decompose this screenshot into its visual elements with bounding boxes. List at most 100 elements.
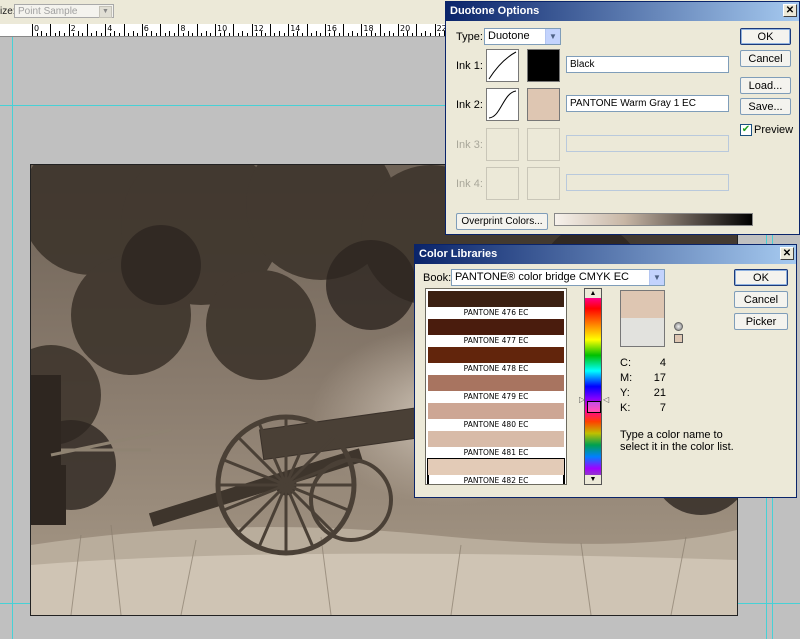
slider-right-arrow-icon[interactable]: ◁ (603, 395, 609, 404)
color-list-item[interactable]: PANTONE 478 EC (428, 347, 564, 375)
ruler-tick (365, 33, 367, 36)
ruler-tick (77, 31, 79, 36)
new-color-swatch (621, 291, 664, 318)
library-cancel-button[interactable]: Cancel (734, 291, 788, 308)
ruler-tick (247, 33, 249, 36)
duotone-ok-button[interactable]: OK (740, 28, 791, 45)
ruler-tick (347, 33, 349, 36)
ruler-tick (215, 24, 216, 36)
interpolation-select[interactable]: Point Sample ▼ (14, 4, 114, 18)
picker-button[interactable]: Picker (734, 313, 788, 330)
ruler-label: 6 (143, 24, 149, 33)
ink3-name-field[interactable] (566, 135, 729, 152)
ruler-tick (393, 33, 395, 36)
ruler-tick (329, 33, 331, 36)
curve-icon (488, 51, 517, 80)
color-chip (428, 375, 564, 391)
ink4-name-field[interactable] (566, 174, 729, 191)
ruler-label: 16 (326, 24, 337, 33)
book-select[interactable]: PANTONE® color bridge CMYK EC ▼ (451, 269, 665, 286)
chevron-up-icon[interactable]: ▲ (585, 289, 601, 298)
ruler-tick (82, 33, 84, 36)
chevron-down-icon[interactable]: ▼ (585, 475, 601, 484)
close-icon[interactable]: ✕ (783, 4, 797, 17)
ink3-label: Ink 3: (456, 139, 483, 151)
type-select[interactable]: Duotone ▼ (484, 28, 561, 45)
ink4-color-swatch[interactable] (527, 167, 560, 200)
type-label: Type: (456, 31, 483, 43)
save-button[interactable]: Save... (740, 98, 791, 115)
chevron-down-icon: ▼ (649, 270, 664, 285)
gamut-color-chip[interactable] (674, 334, 683, 343)
color-chip (428, 319, 564, 335)
preview-checkbox[interactable]: ✔ (740, 124, 752, 136)
ruler-tick (265, 33, 267, 36)
color-chip (428, 459, 564, 475)
ruler-tick (132, 31, 134, 36)
guide-line-vertical[interactable] (12, 37, 13, 639)
color-list-item[interactable]: PANTONE 481 EC (428, 431, 564, 459)
ink1-color-swatch[interactable] (527, 49, 560, 82)
duotone-titlebar[interactable]: Duotone Options ✕ (446, 2, 799, 21)
ruler-label: 12 (253, 24, 264, 33)
color-chip (428, 347, 564, 363)
ruler-tick (425, 31, 427, 36)
ink3-color-swatch[interactable] (527, 128, 560, 161)
color-list-item[interactable]: PANTONE 480 EC (428, 403, 564, 431)
ink4-label: Ink 4: (456, 178, 483, 190)
book-select-value: PANTONE® color bridge CMYK EC (455, 271, 629, 283)
ruler-label: 18 (363, 24, 374, 33)
cmyk-value: 7 (659, 402, 666, 414)
ruler-tick (192, 33, 194, 36)
cmyk-value: 4 (659, 357, 666, 369)
color-libraries-titlebar[interactable]: Color Libraries ✕ (415, 245, 796, 264)
library-ok-button[interactable]: OK (734, 269, 788, 286)
current-color-swatch (621, 318, 664, 346)
ink2-color-swatch[interactable] (527, 88, 560, 121)
ink2-curve-button[interactable] (486, 88, 519, 121)
close-icon[interactable]: ✕ (780, 247, 794, 260)
overprint-colors-button[interactable]: Overprint Colors... (456, 213, 548, 230)
ink1-curve-button[interactable] (486, 49, 519, 82)
color-name: PANTONE 482 EC (463, 476, 529, 485)
color-list-item[interactable]: PANTONE 477 EC (428, 319, 564, 347)
ruler-tick (379, 24, 381, 36)
preview-label: Preview (754, 124, 794, 136)
ink3-curve-button[interactable] (486, 128, 519, 161)
color-list-item[interactable]: PANTONE 479 EC (428, 375, 564, 403)
out-of-gamut-warning-icon[interactable] (674, 322, 683, 331)
ruler-tick (228, 33, 230, 36)
ruler-tick (91, 33, 93, 36)
ink2-name-field[interactable]: PANTONE Warm Gray 1 EC (566, 95, 729, 112)
ruler-label: 0 (34, 24, 40, 33)
ruler-tick (343, 24, 345, 36)
color-list-item[interactable]: PANTONE 482 EC (427, 458, 565, 485)
ruler-tick (169, 31, 171, 36)
color-spectrum-slider[interactable]: ▲ ▼ (584, 288, 602, 485)
ruler-tick (210, 33, 212, 36)
ruler-tick (114, 31, 116, 36)
load-button[interactable]: Load... (740, 77, 791, 94)
interpolation-select-value: Point Sample (18, 6, 78, 17)
ruler-tick (388, 31, 390, 36)
ruler-tick (187, 31, 189, 36)
color-list[interactable]: PANTONE 476 EC PANTONE 477 EC PANTONE 478 … (425, 288, 567, 485)
ruler-tick (219, 33, 221, 36)
ink1-name-field[interactable]: Black (566, 56, 729, 73)
ruler-tick (123, 24, 125, 36)
duotone-cancel-button[interactable]: Cancel (740, 50, 791, 67)
hint-text: Type a color name to select it in the co… (620, 429, 734, 453)
ruler-tick (375, 33, 377, 36)
color-libraries-dialog: Color Libraries ✕ Book: PANTONE® color b… (414, 244, 797, 498)
spectrum-position-marker[interactable] (587, 401, 601, 413)
ink4-curve-button[interactable] (486, 167, 519, 200)
ruler-tick (164, 33, 166, 36)
ruler-tick (160, 24, 162, 36)
ruler-tick (251, 24, 253, 36)
ruler-tick (242, 31, 244, 36)
ruler-label: 8 (180, 24, 186, 33)
book-label: Book: (423, 272, 452, 284)
color-list-item[interactable]: PANTONE 476 EC (428, 291, 564, 319)
ruler-label: 2 (70, 24, 76, 33)
ruler-tick (73, 33, 75, 36)
